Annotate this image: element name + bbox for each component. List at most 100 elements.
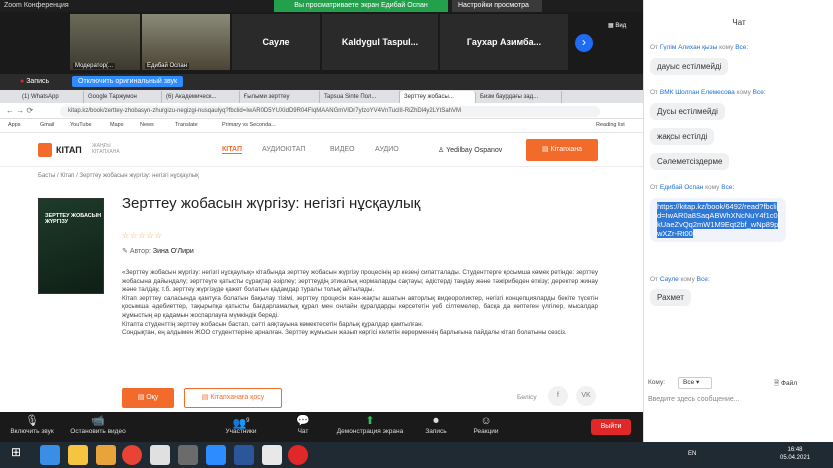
clock[interactable]: 16:48 05.04.2021 — [780, 446, 810, 462]
share-screen-button[interactable]: ⬆ Демонстрация экрана — [330, 414, 410, 435]
kitap-page: КІТАП ЖАҢҒЫ КІТАПХАНА КІТАП АУДИОКІТАП ВИ… — [0, 133, 643, 412]
kitap-logo-icon[interactable] — [38, 143, 52, 157]
book-title: Зерттеу жобасын жүргізу: негізгі нұсқаул… — [122, 195, 421, 212]
to-prefix: кому — [719, 44, 734, 51]
library-button[interactable]: ▤ Кітапхана — [526, 139, 598, 161]
tab-zerttey[interactable]: Зерттеу жобасы... — [400, 91, 476, 103]
facebook-icon[interactable]: f — [548, 386, 568, 406]
control-label: Чат — [297, 428, 309, 435]
link-text[interactable]: https://kitap.kz/book/6492/read?fbclid=I… — [657, 202, 779, 238]
sender-name[interactable]: Сауле — [660, 276, 679, 283]
participant-tile-saule[interactable]: Сауле — [232, 14, 320, 70]
zoom-icon[interactable] — [206, 445, 226, 465]
author-label: Автор: — [129, 248, 151, 255]
author-name[interactable]: Зина О'Лири — [153, 248, 194, 255]
record-button[interactable]: ⏺ Запись — [418, 414, 454, 435]
participant-video-moderator[interactable]: Модератор(... — [70, 14, 140, 70]
to-prefix: кому — [736, 89, 751, 96]
language-indicator[interactable]: EN — [688, 451, 696, 457]
explorer-icon[interactable] — [68, 445, 88, 465]
nav-kitap[interactable]: КІТАП — [222, 146, 243, 154]
word-icon[interactable] — [234, 445, 254, 465]
file-button[interactable]: 🗎 Файл — [774, 379, 797, 390]
participant-tile-kaldygul[interactable]: Kaldygul Taspul... — [322, 14, 438, 70]
chat-button[interactable]: 💬 Чат — [290, 414, 316, 435]
tab-whatsapp[interactable]: (1) WhatsApp — [18, 91, 84, 103]
app-icon[interactable] — [178, 445, 198, 465]
site-logo-sub: ЖАҢҒЫ КІТАПХАНА — [92, 143, 120, 155]
sender-name[interactable]: Гүлім Алихан қызы — [660, 44, 717, 51]
to-label: Кому: — [648, 379, 665, 386]
chevron-down-icon: ▾ — [696, 379, 700, 386]
record-indicator[interactable]: ● Запись — [20, 78, 49, 85]
from-prefix: От — [650, 276, 659, 283]
edge-icon[interactable] — [40, 445, 60, 465]
nav-audiokitap[interactable]: АУДИОКІТАП — [262, 146, 305, 153]
zoom-control-bar: 🎙 Включить звук 📹 Остановить видео 👥9 Участ… — [0, 412, 643, 442]
app-icon[interactable] — [150, 445, 170, 465]
rating-stars[interactable]: ☆☆☆☆☆ — [122, 231, 163, 240]
sender-name[interactable]: ВМК Шолпан Елемесова — [660, 89, 735, 96]
reactions-button[interactable]: ☺ Реакции — [466, 414, 506, 435]
vk-icon[interactable]: VK — [576, 386, 596, 406]
mic-muted-icon: 🎙 — [25, 415, 39, 427]
clock-time: 16:48 — [787, 447, 803, 453]
message-sender: От Сауле кому Все: — [650, 276, 710, 283]
windows-start-icon[interactable]: ⊞ — [6, 445, 26, 465]
chrome-icon[interactable] — [122, 445, 142, 465]
url-input[interactable]: kitap.kz/book/zerttey-zhobasyn-zhurgizu-… — [60, 106, 600, 117]
bookmark-primary[interactable]: Primary vs Seconda... — [222, 122, 276, 128]
next-participants-arrow-icon[interactable]: › — [575, 34, 593, 52]
participant-video-ospan[interactable]: Едибай Оспан — [142, 14, 230, 70]
store-icon[interactable] — [96, 445, 116, 465]
stop-video-button[interactable]: 📹 Остановить видео — [64, 414, 132, 435]
chat-message: Дусы естілмейді — [650, 103, 725, 120]
desc-paragraph: Кітапта студенттің зерттеу жобасын баста… — [122, 320, 424, 328]
tab-academic[interactable]: (6) Академическ... — [162, 91, 240, 103]
add-to-library-button[interactable]: ▤ Кітапханаға қосу — [184, 388, 282, 408]
chat-input[interactable]: Введите здесь сообщение... — [648, 396, 740, 403]
chat-icon: 💬 — [296, 415, 310, 427]
unmute-button[interactable]: 🎙 Включить звук — [4, 414, 60, 435]
participants-icon: 👥9 — [218, 414, 264, 430]
breadcrumb[interactable]: Басты / Кітап / Зерттеу жобасын жүргізу:… — [38, 173, 199, 179]
nav-arrows-icon[interactable]: ← → ⟳ — [6, 106, 33, 115]
from-prefix: От — [650, 184, 659, 191]
participants-button[interactable]: 👥9 Участники — [218, 414, 264, 435]
to-prefix: кому — [680, 276, 695, 283]
control-label: Остановить видео — [70, 428, 126, 435]
chat-message-link[interactable]: https://kitap.kz/book/6492/read?fbclid=I… — [650, 198, 786, 242]
sender-name[interactable]: Едибай Оспан — [660, 184, 703, 191]
yandex-icon[interactable] — [288, 445, 308, 465]
tab-google-translate[interactable]: Google Таржумон — [84, 91, 162, 103]
original-sound-button[interactable]: Отключить оригинальный звук — [72, 76, 184, 87]
nav-video[interactable]: ВИДЕО — [330, 146, 355, 153]
desc-paragraph: «Зерттеу жобасын жүргізу: негізгі нұсқау… — [122, 269, 598, 294]
from-prefix: От — [650, 44, 659, 51]
app-icon[interactable] — [262, 445, 282, 465]
read-button[interactable]: ▤ Оқу — [122, 388, 174, 408]
bookmark-translate[interactable]: Translate — [175, 122, 198, 128]
tab-research[interactable]: Ғылыми зерттеу — [240, 91, 320, 103]
recipient-select[interactable]: Все ▾ — [678, 377, 712, 389]
bookmark-apps[interactable]: Apps — [8, 122, 21, 128]
bookmark-youtube[interactable]: YouTube — [70, 122, 92, 128]
bookmark-maps[interactable]: Maps — [110, 122, 123, 128]
bookmark-news[interactable]: News — [140, 122, 154, 128]
recipient-value: Все — [683, 379, 695, 386]
tab-other[interactable]: Бизм баурдағы зад... — [476, 91, 562, 103]
recording-bar: ● Запись Отключить оригинальный звук — [0, 74, 643, 90]
address-bar-row: ← → ⟳ kitap.kz/book/zerttey-zhobasyn-zhu… — [0, 103, 643, 119]
user-menu[interactable]: ♙ Yedilbay Ospanov — [438, 146, 502, 154]
library-label: Кітапхана — [550, 146, 583, 153]
recipient: Все: — [721, 184, 735, 191]
bookmark-gmail[interactable]: Gmail — [40, 122, 54, 128]
leave-button[interactable]: Выйти — [591, 419, 631, 435]
tab-tapsua[interactable]: Tapsua Sinte Пол... — [320, 91, 400, 103]
site-logo-text[interactable]: КІТАП — [56, 145, 82, 155]
view-toggle[interactable]: ▦ Вид — [608, 22, 626, 29]
nav-audio[interactable]: АУДИО — [375, 146, 399, 153]
participant-tile-gaukhar[interactable]: Гаухар Азимба... — [440, 14, 568, 70]
reading-list[interactable]: Reading list — [596, 122, 625, 128]
view-options-button[interactable]: Настройки просмотра — [452, 0, 542, 12]
